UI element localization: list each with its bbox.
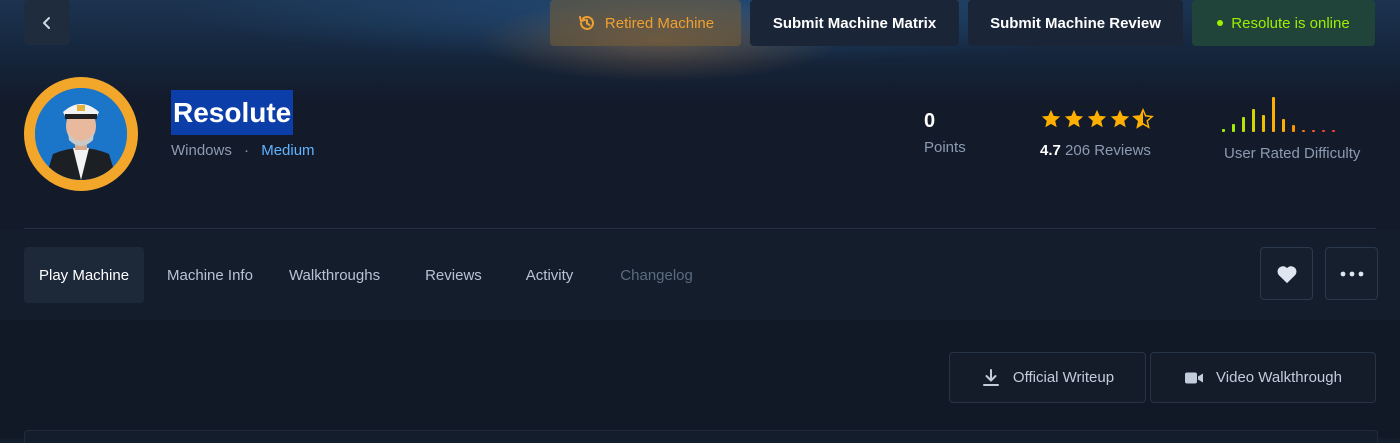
tab-changelog[interactable]: Changelog [598,247,715,303]
difficulty-bar [1282,119,1285,132]
rating-value: 4.7 [1040,142,1061,159]
download-icon [982,368,999,386]
difficulty-bar [1332,130,1335,132]
difficulty-bar [1302,130,1305,132]
points-value: 0 [924,110,936,132]
difficulty-bar [1262,115,1265,132]
video-walkthrough-label: Video Walkthrough [1216,369,1342,386]
machine-status-badge: Resolute is online [1192,0,1375,46]
star-icon [1041,109,1061,128]
difficulty-bar [1222,129,1225,132]
machine-difficulty: Medium [261,142,315,159]
content-card-edge [24,430,1378,443]
captain-avatar-icon [35,88,127,180]
official-writeup-button[interactable]: Official Writeup [949,352,1146,403]
machine-tabs: Play Machine Machine Info Walkthroughs R… [24,247,715,303]
star-icon [1064,109,1084,128]
difficulty-bar [1232,124,1235,132]
machine-status-label: Resolute is online [1231,14,1350,32]
rating-count: 206 Reviews [1065,142,1151,159]
submit-matrix-button[interactable]: Submit Machine Matrix [750,0,959,46]
submit-review-label: Submit Machine Review [990,14,1161,32]
tab-play-machine[interactable]: Play Machine [24,247,145,303]
difficulty-bar [1272,97,1275,132]
difficulty-label: User Rated Difficulty [1224,145,1361,162]
difficulty-chart [1222,97,1335,132]
difficulty-bar [1242,117,1245,132]
more-horizontal-icon [1340,271,1363,276]
difficulty-bar [1322,130,1325,132]
star-half-icon [1132,108,1154,129]
rating-summary: 4.7 206 Reviews [1040,142,1151,159]
star-icon [1087,109,1107,128]
retired-machine-button[interactable]: Retired Machine [550,0,741,46]
tab-reviews[interactable]: Reviews [403,247,504,303]
back-button[interactable] [24,0,70,45]
tab-walkthroughs[interactable]: Walkthroughs [271,247,403,303]
online-dot-icon [1217,20,1224,26]
points-label: Points [924,139,966,156]
chevron-left-icon [43,16,50,29]
submit-matrix-label: Submit Machine Matrix [772,14,937,32]
more-options-button[interactable] [1325,247,1378,300]
official-writeup-label: Official Writeup [1012,369,1115,386]
tab-activity[interactable]: Activity [504,247,599,303]
machine-name: Resolute [171,90,294,135]
rating-stars [1040,108,1154,130]
tab-machine-info[interactable]: Machine Info [144,247,271,303]
machine-meta: Windows · Medium [171,142,315,159]
machine-os: Windows [171,142,232,159]
heart-icon [1277,265,1296,283]
retired-machine-label: Retired Machine [604,14,715,32]
star-icon [1110,109,1130,128]
history-icon [578,15,594,30]
difficulty-bar [1312,130,1315,132]
difficulty-bar [1292,125,1295,132]
submit-review-button[interactable]: Submit Machine Review [968,0,1183,46]
video-camera-icon [1185,372,1204,383]
header-divider [24,228,1376,229]
difficulty-bar [1252,109,1255,132]
favorite-button[interactable] [1260,247,1313,300]
machine-avatar [24,77,138,191]
points-stat: 0 Points [924,110,966,156]
meta-separator: · [244,142,250,159]
video-walkthrough-button[interactable]: Video Walkthrough [1150,352,1376,403]
